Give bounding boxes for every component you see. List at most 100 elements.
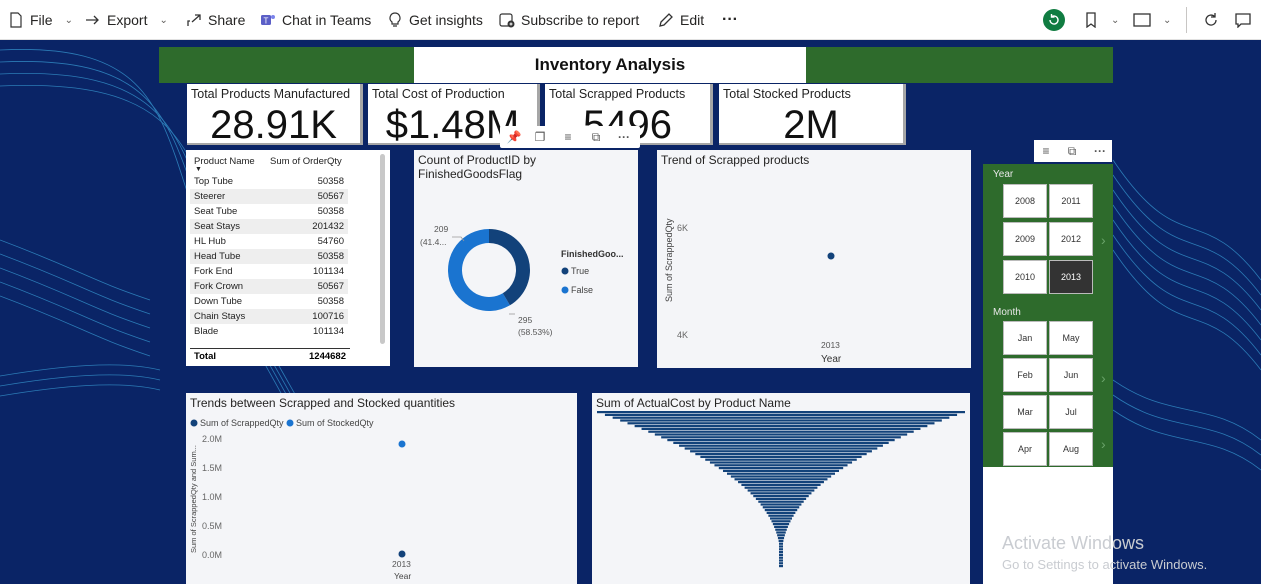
share-button[interactable]: Share <box>186 0 245 40</box>
donut-slice-true[interactable] <box>489 229 530 306</box>
view-menu[interactable]: ⌄ <box>1133 0 1171 40</box>
table-row[interactable]: Seat Tube 50358 <box>190 204 348 219</box>
cost-bar[interactable] <box>779 565 783 568</box>
stocked-data-point[interactable] <box>398 440 406 448</box>
cost-bar[interactable] <box>727 472 835 475</box>
cost-bar[interactable] <box>760 503 802 506</box>
bookmark-menu[interactable]: ⌄ <box>1083 0 1119 40</box>
table-row[interactable]: Top Tube 50358 <box>190 174 348 189</box>
cost-bar[interactable] <box>718 467 844 470</box>
cost-bar[interactable] <box>667 439 895 442</box>
table-header-product[interactable]: Product Name <box>194 156 255 167</box>
product-table[interactable]: Product Name Sum of OrderQty ▼ Top Tube 5… <box>186 150 390 366</box>
cost-bar[interactable] <box>695 453 867 456</box>
month-button-jul[interactable]: Jul <box>1049 395 1093 429</box>
cost-bar[interactable] <box>779 545 783 548</box>
cost-bar[interactable] <box>654 433 908 436</box>
year-button-2013[interactable]: 2013 <box>1049 260 1093 294</box>
table-row[interactable]: Fork Crown 50567 <box>190 279 348 294</box>
chat-in-teams-button[interactable]: T Chat in Teams <box>260 0 371 40</box>
edit-button[interactable]: Edit <box>658 0 704 40</box>
month-button-may[interactable]: May <box>1049 321 1093 355</box>
table-header-orderqty[interactable]: Sum of OrderQty <box>270 156 342 167</box>
cost-bar[interactable] <box>762 506 800 509</box>
cost-bar[interactable] <box>738 481 824 484</box>
kpi-card-products-manufactured[interactable]: Total Products Manufactured 28.91K <box>187 84 363 147</box>
year-button-2008[interactable]: 2008 <box>1003 184 1047 218</box>
filter-icon[interactable]: ≡ <box>558 127 578 147</box>
refresh-visuals-button[interactable] <box>1043 0 1065 40</box>
subscribe-button[interactable]: Subscribe to report <box>499 0 639 40</box>
cost-bar[interactable] <box>779 542 783 545</box>
cost-bar[interactable] <box>734 478 828 481</box>
cost-bar[interactable] <box>774 525 788 528</box>
cost-bar[interactable] <box>684 447 878 450</box>
more-options-button[interactable]: ··· <box>722 0 738 40</box>
scrapped-data-point[interactable] <box>827 252 835 260</box>
cost-bar[interactable] <box>597 411 965 414</box>
legend-scrapped[interactable]: Sum of ScrappedQty <box>200 418 284 428</box>
donut-chart-panel[interactable]: Count of ProductID by FinishedGoodsFlag … <box>414 150 638 367</box>
cost-bar[interactable] <box>747 489 815 492</box>
cost-bar[interactable] <box>779 548 783 551</box>
cost-bar[interactable] <box>741 483 821 486</box>
donut-legend-false[interactable]: False <box>571 285 593 295</box>
get-insights-button[interactable]: Get insights <box>387 0 483 40</box>
scrapped-data-point[interactable] <box>398 550 406 558</box>
table-row[interactable]: Blade 101134 <box>190 324 348 339</box>
table-scrollbar[interactable] <box>380 154 385 344</box>
pin-icon[interactable]: 📌 <box>504 127 524 147</box>
actual-cost-panel[interactable]: Sum of ActualCost by Product Name <box>592 393 970 584</box>
table-row[interactable]: Seat Stays 201432 <box>190 219 348 234</box>
cost-bar[interactable] <box>779 556 783 559</box>
cost-bar[interactable] <box>750 492 812 495</box>
year-button-2012[interactable]: 2012 <box>1049 222 1093 256</box>
cost-bar[interactable] <box>679 444 883 447</box>
cost-bar[interactable] <box>777 537 785 540</box>
cost-bar[interactable] <box>755 497 807 500</box>
table-row[interactable]: Fork End 101134 <box>190 264 348 279</box>
chevron-right-icon[interactable]: › <box>1101 370 1106 386</box>
cost-bar[interactable] <box>775 528 787 531</box>
cost-bar[interactable] <box>612 416 950 419</box>
cost-bar[interactable] <box>779 559 783 562</box>
month-button-feb[interactable]: Feb <box>1003 358 1047 392</box>
cost-bar[interactable] <box>776 531 786 534</box>
cost-bar[interactable] <box>641 427 921 430</box>
scrapped-trend-panel[interactable]: Trend of Scrapped products Sum of Scrapp… <box>657 150 971 368</box>
kpi-card-stocked-products[interactable]: Total Stocked Products 2M <box>719 84 906 147</box>
month-button-apr[interactable]: Apr <box>1003 432 1047 466</box>
cost-bar[interactable] <box>661 436 901 439</box>
refresh-button[interactable] <box>1203 0 1219 40</box>
cost-bar[interactable] <box>779 562 783 565</box>
table-row[interactable]: Head Tube 50358 <box>190 249 348 264</box>
table-row[interactable]: HL Hub 54760 <box>190 234 348 249</box>
file-menu[interactable]: File ⌄ <box>8 0 73 40</box>
chevron-right-icon[interactable]: › <box>1101 232 1106 248</box>
month-button-jan[interactable]: Jan <box>1003 321 1047 355</box>
cost-bar[interactable] <box>744 486 818 489</box>
cost-bar[interactable] <box>758 500 804 503</box>
table-row[interactable]: Steerer 50567 <box>190 189 348 204</box>
more-options-icon[interactable]: ··· <box>614 127 634 147</box>
chevron-right-icon[interactable]: › <box>1101 436 1106 452</box>
cost-bar[interactable] <box>604 413 958 416</box>
table-row[interactable]: Down Tube 50358 <box>190 294 348 309</box>
year-button-2010[interactable]: 2010 <box>1003 260 1047 294</box>
cost-bar[interactable] <box>753 495 809 498</box>
cost-bar[interactable] <box>730 475 832 478</box>
filter-icon[interactable]: ≡ <box>1036 141 1056 161</box>
cost-bar[interactable] <box>648 430 914 433</box>
cost-bar[interactable] <box>709 461 853 464</box>
cost-bar[interactable] <box>777 534 785 537</box>
year-button-2011[interactable]: 2011 <box>1049 184 1093 218</box>
cost-bar[interactable] <box>700 455 862 458</box>
cost-bar[interactable] <box>768 514 794 517</box>
cost-bar[interactable] <box>705 458 857 461</box>
cost-bar[interactable] <box>778 539 784 542</box>
copy-icon[interactable]: ❐ <box>530 127 550 147</box>
month-button-jun[interactable]: Jun <box>1049 358 1093 392</box>
year-button-2009[interactable]: 2009 <box>1003 222 1047 256</box>
cost-bar[interactable] <box>779 551 783 554</box>
cost-bar[interactable] <box>620 419 942 422</box>
